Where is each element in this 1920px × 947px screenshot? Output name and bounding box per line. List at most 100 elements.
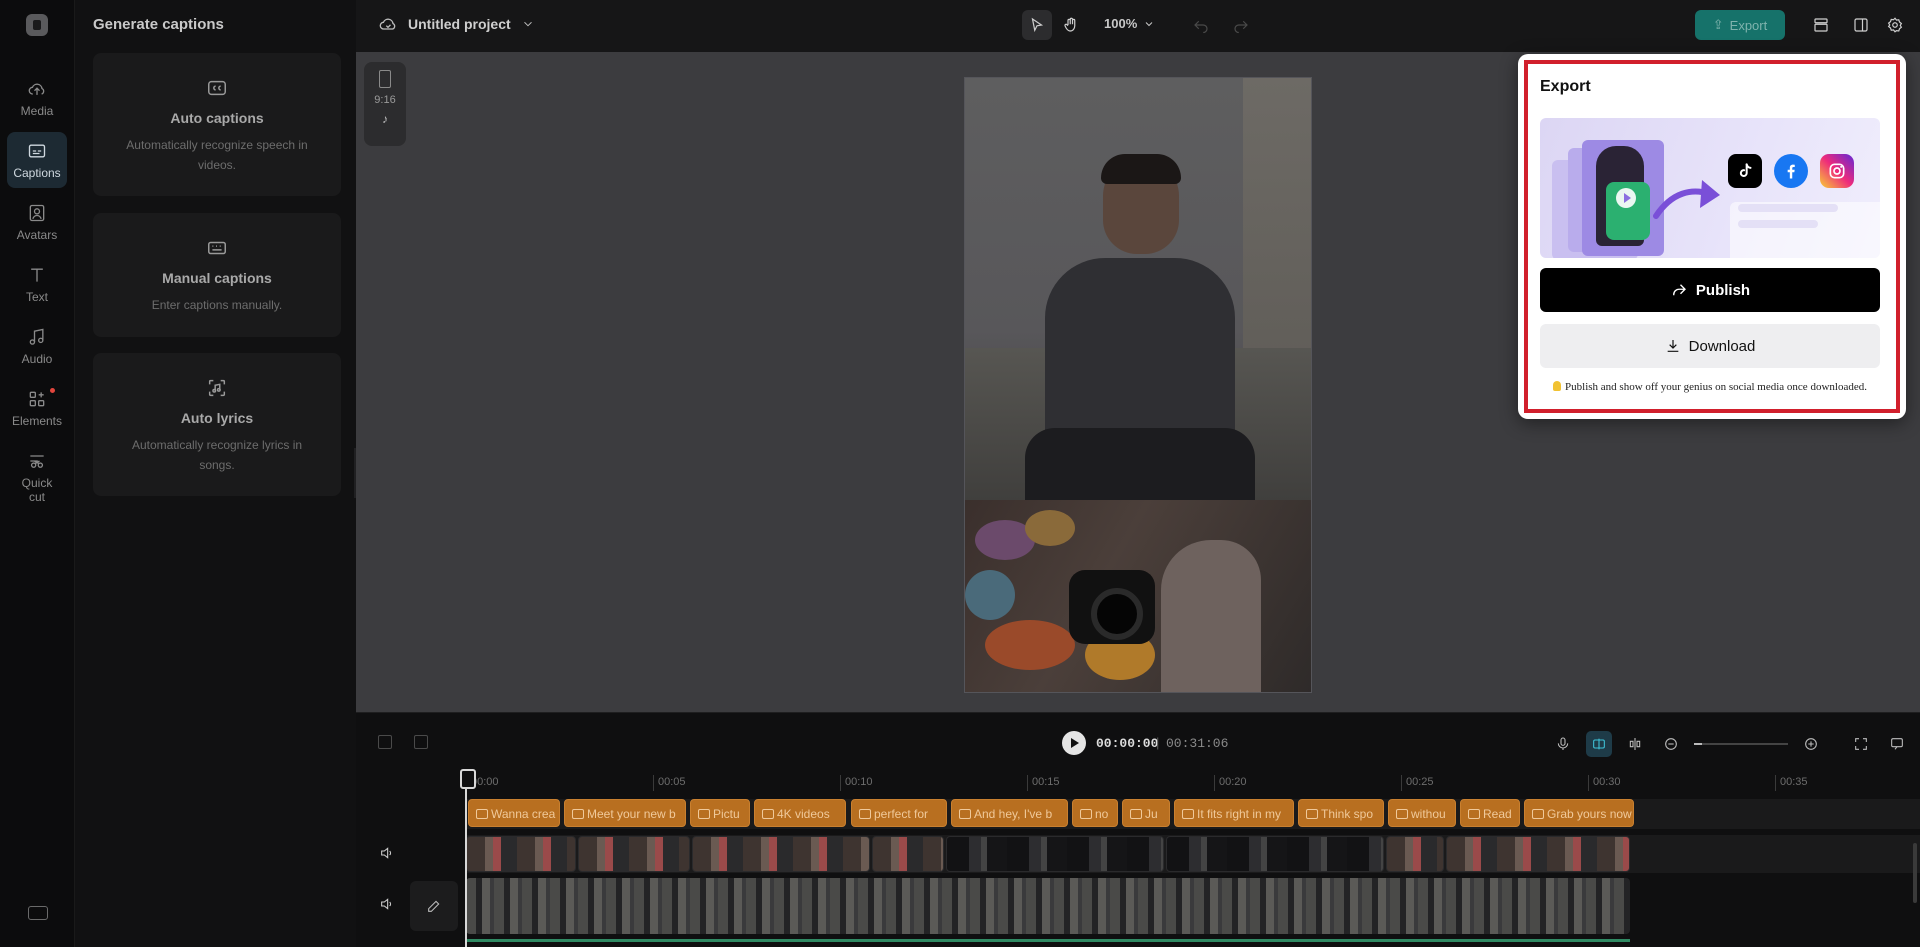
ruler-tick: 00:05 bbox=[653, 775, 686, 791]
project-menu[interactable]: Untitled project bbox=[378, 14, 535, 34]
caption-clip[interactable]: Meet your new b bbox=[564, 799, 686, 827]
tiktok-icon: ♪ bbox=[382, 112, 388, 126]
edit-cover-button[interactable] bbox=[410, 881, 458, 931]
timeline: 00:00:00 | 00:31:06 00:00 00:05 00:10 00… bbox=[356, 712, 1920, 947]
rail-item-quick-cut[interactable]: Quick cut bbox=[7, 446, 67, 508]
select-tool-button[interactable] bbox=[1022, 10, 1052, 40]
video-clip[interactable] bbox=[872, 836, 944, 872]
layout-button[interactable] bbox=[1846, 10, 1876, 40]
lightbulb-icon bbox=[1553, 381, 1562, 391]
yarn-ball bbox=[985, 620, 1075, 670]
zoom-dropdown[interactable]: 100% bbox=[1104, 16, 1155, 31]
feedback-button[interactable] bbox=[1884, 731, 1910, 757]
caption-clip[interactable]: Ju bbox=[1122, 799, 1170, 827]
play-button[interactable] bbox=[1062, 731, 1086, 755]
redo-button[interactable] bbox=[1226, 10, 1256, 40]
download-label: Download bbox=[1688, 337, 1756, 355]
quick-cut-icon bbox=[30, 454, 44, 468]
video-preview[interactable] bbox=[964, 77, 1312, 693]
caption-clip[interactable]: perfect for bbox=[851, 799, 947, 827]
video-clip[interactable] bbox=[1386, 836, 1444, 872]
rail-item-captions[interactable]: Captions bbox=[7, 132, 67, 188]
mute-main-track-button[interactable] bbox=[378, 896, 396, 912]
video-clip[interactable] bbox=[946, 836, 1164, 872]
mute-track-button[interactable] bbox=[378, 845, 396, 861]
timeline-scrollbar[interactable] bbox=[1913, 843, 1917, 903]
cloud-upload-icon bbox=[28, 83, 45, 95]
caption-clip[interactable]: withou bbox=[1388, 799, 1456, 827]
rail-item-text[interactable]: Text bbox=[7, 256, 67, 312]
captions-icon bbox=[28, 144, 46, 157]
record-voice-button[interactable] bbox=[1550, 731, 1576, 757]
video-clip[interactable] bbox=[466, 836, 576, 872]
caption-clip[interactable]: Pictu bbox=[690, 799, 750, 827]
fit-timeline-button[interactable] bbox=[1848, 731, 1874, 757]
phone-icon bbox=[379, 70, 391, 88]
auto-snap-button[interactable] bbox=[1586, 731, 1612, 757]
video-clip[interactable] bbox=[692, 836, 870, 872]
caption-clip[interactable]: no bbox=[1072, 799, 1118, 827]
chevron-down-icon bbox=[1145, 21, 1153, 26]
speaker-icon bbox=[381, 898, 392, 910]
share-illustration bbox=[1540, 118, 1880, 258]
app-logo[interactable] bbox=[26, 14, 48, 36]
zoom-in-button[interactable] bbox=[1798, 731, 1824, 757]
export-popover: Export Publish Download Publish and show… bbox=[1518, 54, 1906, 419]
keyboard-shortcuts-icon[interactable] bbox=[28, 906, 48, 920]
rail-item-media[interactable]: Media bbox=[7, 70, 67, 126]
zoom-out-button[interactable] bbox=[1658, 731, 1684, 757]
share-icon bbox=[1672, 284, 1686, 296]
split-icon[interactable] bbox=[378, 735, 392, 749]
manual-captions-card[interactable]: Manual captions Enter captions manually. bbox=[93, 213, 341, 337]
publish-button[interactable]: Publish bbox=[1540, 268, 1880, 312]
aspect-ratio-card[interactable]: 9:16 ♪ bbox=[364, 62, 406, 146]
auto-captions-card[interactable]: Auto captions Automatically recognize sp… bbox=[93, 53, 341, 196]
rail-item-elements[interactable]: Elements bbox=[7, 380, 67, 436]
layers-button[interactable] bbox=[1806, 10, 1836, 40]
rail-item-label: Media bbox=[20, 103, 54, 118]
rail-item-label: Audio bbox=[21, 351, 53, 366]
illustration-line bbox=[1738, 204, 1838, 212]
undo-button[interactable] bbox=[1186, 10, 1216, 40]
caption-clip[interactable]: Grab yours now bbox=[1524, 799, 1634, 827]
export-button[interactable]: ⇪ Export bbox=[1695, 10, 1785, 40]
zoom-in-icon bbox=[1805, 738, 1817, 750]
music-icon bbox=[29, 328, 44, 345]
caption-clip[interactable]: And hey, I've b bbox=[951, 799, 1068, 827]
gear-icon bbox=[1887, 17, 1903, 33]
person-legs bbox=[1025, 428, 1255, 500]
export-tip: Publish and show off your genius on soci… bbox=[1540, 381, 1880, 393]
person-hair bbox=[1101, 154, 1181, 184]
download-button[interactable]: Download bbox=[1540, 324, 1880, 368]
main-video-clip[interactable] bbox=[466, 878, 1630, 934]
caption-clip[interactable]: Read bbox=[1460, 799, 1520, 827]
split-scene-button[interactable] bbox=[1622, 731, 1648, 757]
timeline-zoom-slider[interactable] bbox=[1694, 743, 1788, 745]
hand-tool-button[interactable] bbox=[1056, 10, 1086, 40]
captions-panel: Generate captions Auto captions Automati… bbox=[74, 0, 356, 947]
undo-icon bbox=[1194, 20, 1208, 34]
video-clip[interactable] bbox=[1166, 836, 1384, 872]
rail-item-avatars[interactable]: Avatars bbox=[7, 194, 67, 250]
rail-item-audio[interactable]: Audio bbox=[7, 318, 67, 374]
auto-lyrics-card[interactable]: Auto lyrics Automatically recognize lyri… bbox=[93, 353, 341, 496]
ruler-tick: 00:20 bbox=[1214, 775, 1247, 791]
video-clip[interactable] bbox=[1446, 836, 1630, 872]
time-separator: | bbox=[1156, 735, 1160, 750]
timeline-ruler[interactable]: 00:00 00:05 00:10 00:15 00:20 00:25 00:3… bbox=[466, 775, 1920, 791]
keyboard-icon bbox=[208, 241, 226, 255]
caption-clip[interactable]: Think spo bbox=[1298, 799, 1384, 827]
playhead[interactable] bbox=[460, 769, 476, 947]
delete-icon[interactable] bbox=[414, 735, 428, 749]
caption-clip[interactable]: 4K videos bbox=[754, 799, 846, 827]
video-clip[interactable] bbox=[578, 836, 690, 872]
hand bbox=[1161, 540, 1261, 692]
settings-button[interactable] bbox=[1880, 10, 1910, 40]
caption-clip[interactable]: It fits right in my bbox=[1174, 799, 1294, 827]
caption-clip[interactable]: Wanna crea bbox=[468, 799, 560, 827]
speaker-icon bbox=[381, 847, 392, 859]
tip-text: Publish and show off your genius on soci… bbox=[1565, 381, 1867, 393]
top-bar: Untitled project 100% ⇪ Export bbox=[356, 0, 1920, 52]
pointer-icon bbox=[1031, 17, 1044, 33]
tiktok-icon bbox=[1728, 154, 1762, 188]
